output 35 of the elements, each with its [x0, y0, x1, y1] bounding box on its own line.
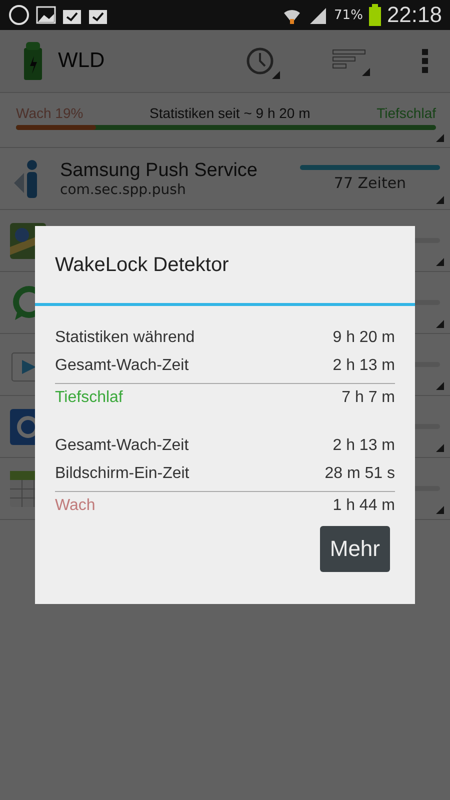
deep-sleep-label: Tiefschlaf [376, 105, 436, 121]
stat-label: Statistiken während [55, 329, 195, 347]
image-icon [36, 6, 56, 24]
stat-label: Wach [55, 497, 96, 515]
battery-percent: 71% [334, 8, 363, 22]
app-row[interactable]: Samsung Push Service com.sec.spp.push 77 Zeiten [0, 148, 450, 210]
dialog-title: WakeLock Detektor [35, 226, 415, 306]
stats-caption: Statistiken seit ~ 9 h 20 m [150, 105, 310, 121]
battery-icon [368, 4, 381, 26]
stat-label: Bildschirm-Ein-Zeit [55, 465, 190, 483]
corner-icon [436, 196, 444, 204]
package-name: com.sec.spp.push [60, 182, 187, 198]
corner-icon [436, 258, 444, 266]
corner-icon [436, 320, 444, 328]
battery-app-icon [22, 42, 44, 80]
stat-label: Tiefschlaf [55, 389, 123, 407]
more-menu-icon[interactable] [422, 49, 428, 73]
stat-label: Gesamt-Wach-Zeit [55, 437, 189, 455]
more-button[interactable]: Mehr [320, 526, 390, 572]
stat-value: 9 h 20 m [332, 329, 395, 347]
corner-icon [436, 506, 444, 514]
stat-value: 28 m 51 s [324, 465, 395, 483]
corner-icon [436, 444, 444, 452]
stat-value: 2 h 13 m [332, 357, 395, 375]
signal-icon [308, 6, 328, 24]
stat-value: 1 h 44 m [332, 497, 395, 515]
app-name: Samsung Push Service [60, 160, 258, 182]
clock-time: 22:18 [386, 2, 442, 28]
corner-icon [436, 134, 444, 142]
stat-label: Gesamt-Wach-Zeit [55, 357, 189, 375]
wake-count: 77 Zeiten [334, 174, 406, 192]
stat-value: 2 h 13 m [332, 437, 395, 455]
stat-value: 7 h 7 m [342, 389, 395, 407]
app-title: WLD [58, 49, 105, 73]
corner-icon [436, 382, 444, 390]
